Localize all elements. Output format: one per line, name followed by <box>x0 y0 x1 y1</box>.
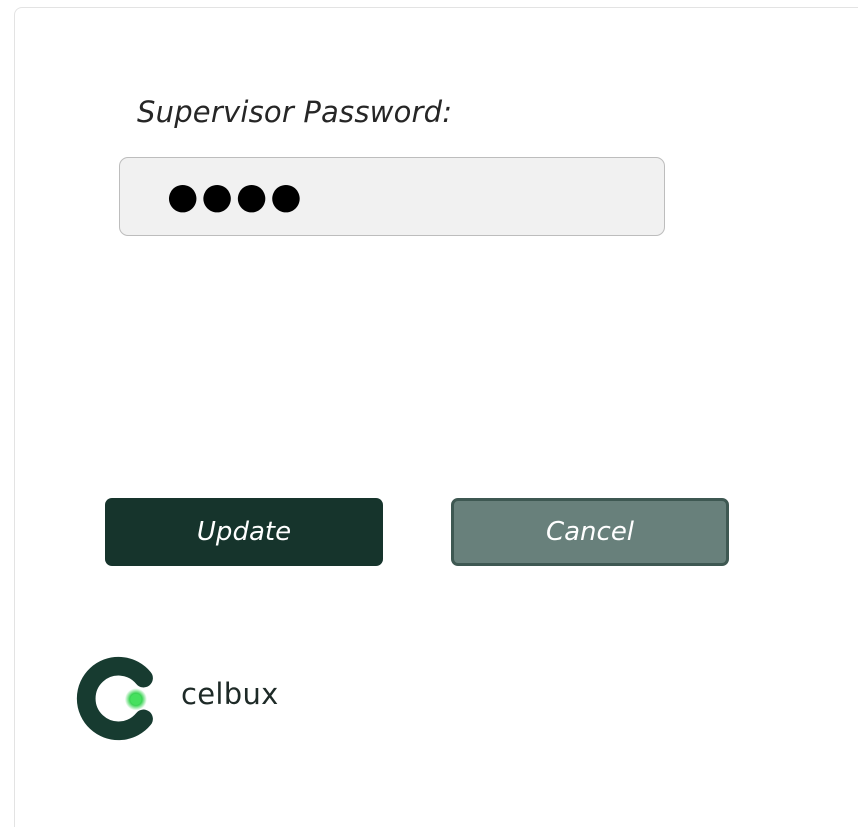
celbux-logo: celbux <box>48 640 313 755</box>
supervisor-password-field[interactable]: ●●●● <box>119 157 665 236</box>
password-mask: ●●●● <box>167 175 305 217</box>
cancel-button[interactable]: Cancel <box>451 498 729 566</box>
update-button[interactable]: Update <box>105 498 383 566</box>
supervisor-password-label: Supervisor Password: <box>137 95 453 129</box>
celbux-c-logo-icon <box>76 656 153 741</box>
brand-name: celbux <box>181 677 279 711</box>
